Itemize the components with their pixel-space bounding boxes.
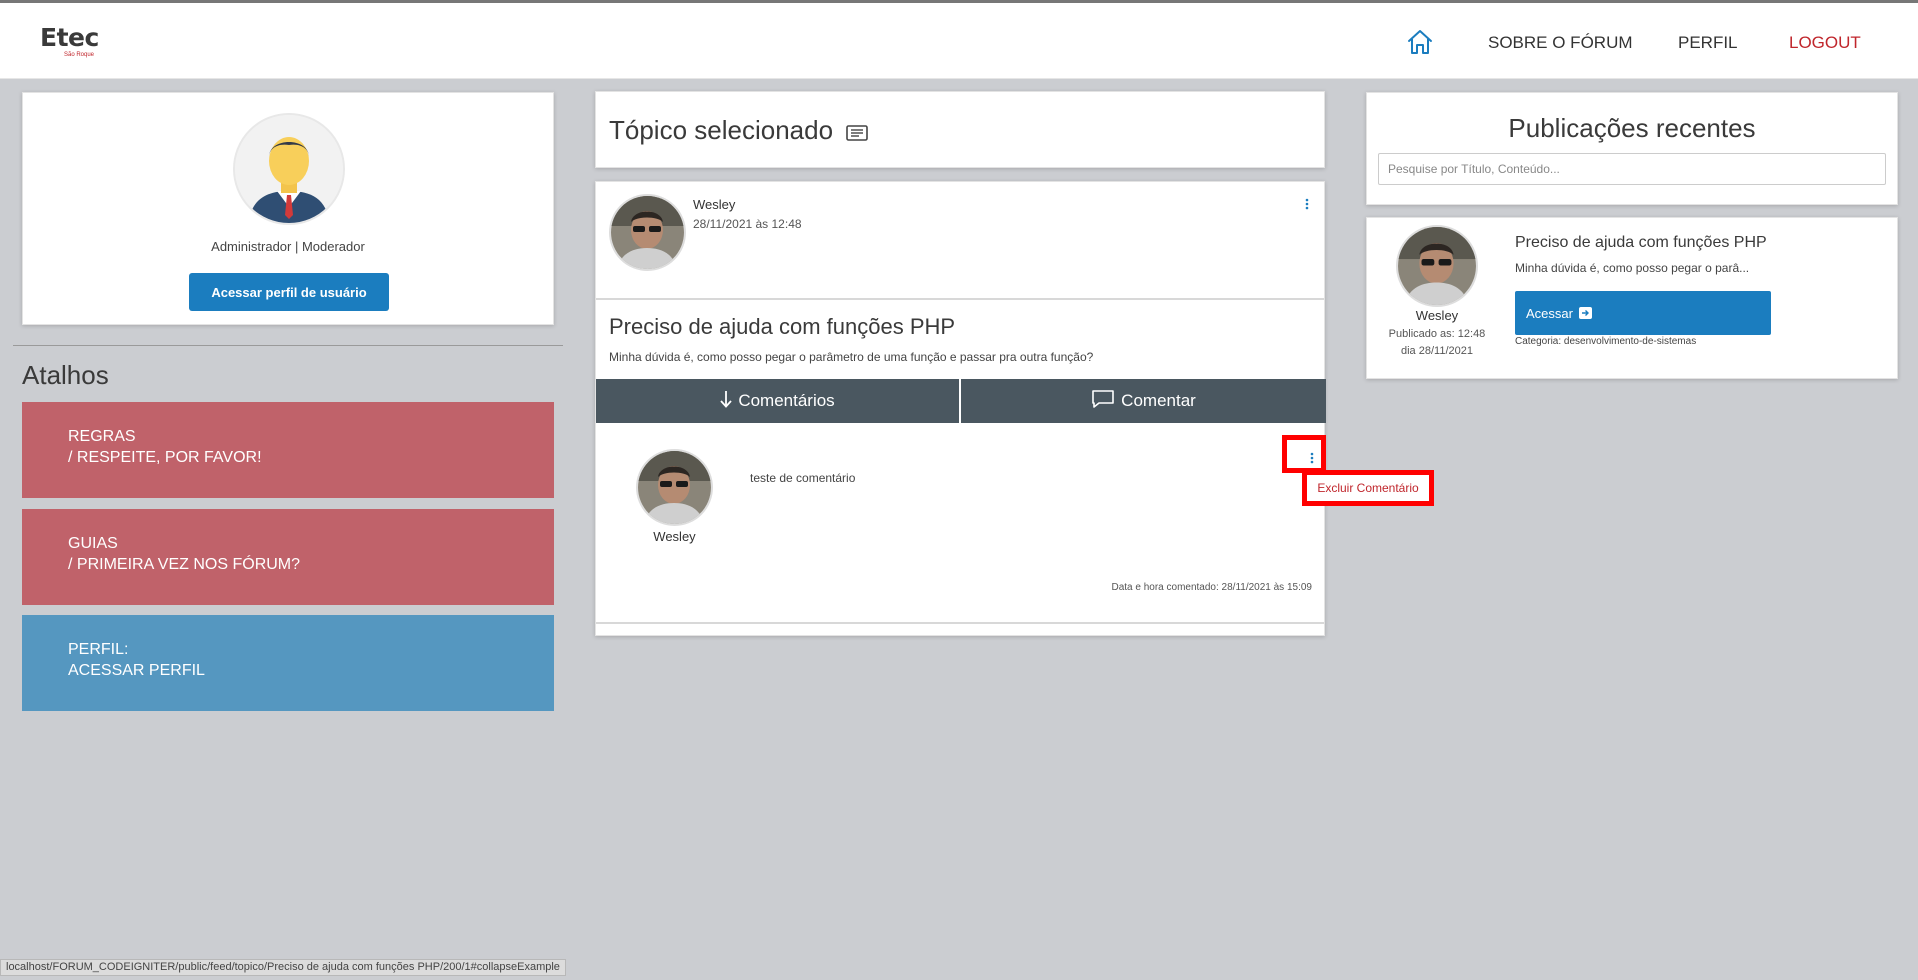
recent-post-title: Preciso de ajuda com funções PHP xyxy=(1515,234,1767,251)
post-author-avatar[interactable] xyxy=(609,194,686,271)
access-post-label: Acessar xyxy=(1526,305,1573,321)
post-card: Wesley 28/11/2021 às 12:48 Preciso de aj… xyxy=(595,181,1326,636)
topic-header-title: Tópico selecionado xyxy=(609,115,869,148)
comment-author[interactable]: Wesley xyxy=(636,529,713,544)
recent-post-excerpt: Minha dúvida é, como posso pegar o parâ.… xyxy=(1515,261,1750,275)
nav-logout[interactable]: LOGOUT xyxy=(1789,33,1861,53)
delete-comment-menu-item[interactable]: Excluir Comentário xyxy=(1317,481,1418,495)
recent-post-card: Wesley Publicado as: 12:48 dia 28/11/202… xyxy=(1366,217,1898,379)
profile-card: Administrador | Moderador Acessar perfil… xyxy=(22,92,554,325)
shortcut-guias-line2: / PRIMEIRA VEZ NOS FÓRUM? xyxy=(68,556,301,573)
recent-post-published: Publicado as: 12:48 dia 28/11/2021 xyxy=(1367,326,1507,360)
recent-post-category: Categoria: desenvolvimento-de-sistemas xyxy=(1515,336,1697,347)
recent-post-published-date: dia 28/11/2021 xyxy=(1401,345,1473,357)
shortcut-perfil-line2: ACESSAR PERFIL xyxy=(68,662,205,679)
post-divider xyxy=(596,298,1324,300)
access-post-button[interactable]: Acessar xyxy=(1515,291,1771,335)
comment-author-avatar[interactable] xyxy=(636,449,713,526)
comment-datetime: Data e hora comentado: 28/11/2021 às 15:… xyxy=(1111,582,1312,593)
recent-post-author[interactable]: Wesley xyxy=(1367,308,1507,323)
shortcut-regras-line2: / RESPEITE, POR FAVOR! xyxy=(68,449,262,466)
shortcut-guias-line1: GUIAS xyxy=(68,535,118,552)
access-profile-button[interactable]: Acessar perfil de usuário xyxy=(189,273,389,311)
nav-sobre-o-forum[interactable]: SOBRE O FÓRUM xyxy=(1488,33,1633,53)
shortcut-regras-line1: REGRAS xyxy=(68,428,136,445)
user-avatar-icon xyxy=(233,113,345,225)
comment-text: teste de comentário xyxy=(750,471,856,485)
recent-post-published-time: Publicado as: 12:48 xyxy=(1388,328,1486,340)
topic-header-card: Tópico selecionado xyxy=(595,91,1325,168)
divider xyxy=(13,345,563,346)
user-role: Administrador | Moderador xyxy=(211,239,365,254)
recent-post-avatar[interactable] xyxy=(1396,225,1478,307)
recent-publications-title: Publicações recentes xyxy=(1508,113,1756,143)
add-comment-button[interactable]: Comentar xyxy=(961,379,1326,423)
top-navbar: Etec São Roque SOBRE O FÓRUM PERFIL LOGO… xyxy=(0,3,1918,79)
shortcut-perfil-line1: PERFIL: xyxy=(68,641,129,658)
speech-bubble-icon xyxy=(1091,389,1115,414)
comments-toggle-button[interactable]: Comentários xyxy=(596,379,959,423)
arrow-down-icon xyxy=(720,390,732,413)
shortcuts-title: Atalhos xyxy=(22,360,109,390)
comment-options-menu: Excluir Comentário xyxy=(1302,470,1434,506)
logo-subtitle: São Roque xyxy=(64,52,95,58)
topic-header-label: Tópico selecionado xyxy=(609,115,834,145)
post-content: Minha dúvida é, como posso pegar o parâm… xyxy=(609,350,1094,364)
enter-arrow-icon xyxy=(1578,307,1592,319)
post-date: 28/11/2021 às 12:48 xyxy=(693,217,802,231)
logo-text: Etec xyxy=(40,23,99,52)
shortcut-regras[interactable]: REGRAS / RESPEITE, POR FAVOR! xyxy=(22,402,554,498)
home-icon[interactable] xyxy=(1405,27,1435,57)
browser-status-url: localhost/FORUM_CODEIGNITER/public/feed/… xyxy=(0,959,566,976)
post-bottom-divider xyxy=(596,622,1324,624)
comments-toggle-label: Comentários xyxy=(738,391,835,410)
shortcut-guias[interactable]: GUIAS / PRIMEIRA VEZ NOS FÓRUM? xyxy=(22,509,554,605)
document-icon xyxy=(846,117,869,148)
recent-publications-card: Publicações recentes xyxy=(1366,92,1898,205)
shortcut-perfil[interactable]: PERFIL: ACESSAR PERFIL xyxy=(22,615,554,711)
highlight-box xyxy=(1282,435,1326,473)
post-options-kebab-icon[interactable] xyxy=(1297,192,1317,216)
search-input[interactable] xyxy=(1378,153,1886,185)
nav-perfil[interactable]: PERFIL xyxy=(1678,33,1738,53)
add-comment-label: Comentar xyxy=(1121,391,1196,410)
post-author[interactable]: Wesley xyxy=(693,197,735,212)
post-title: Preciso de ajuda com funções PHP xyxy=(609,314,956,339)
etec-logo[interactable]: Etec São Roque xyxy=(40,23,99,59)
